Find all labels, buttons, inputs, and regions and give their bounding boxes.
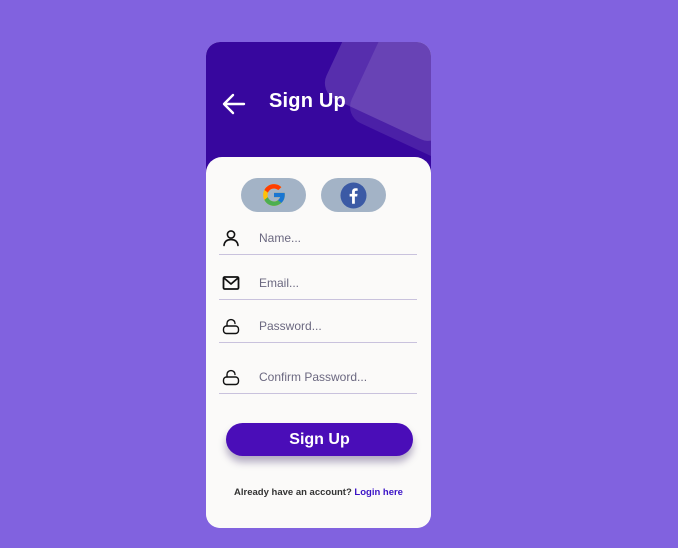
signup-button[interactable]: Sign Up xyxy=(226,423,413,456)
signup-screen: Sign Up Name... Email... Sign Up Already… xyxy=(206,42,431,528)
password-input[interactable] xyxy=(259,315,409,337)
page-title: Sign Up xyxy=(269,90,346,112)
email-field xyxy=(219,269,417,300)
back-button[interactable] xyxy=(222,93,246,115)
email-input[interactable] xyxy=(259,272,409,294)
login-link[interactable]: Login here xyxy=(354,487,403,498)
user-icon xyxy=(223,230,239,247)
login-prompt-text: Already have an account? xyxy=(234,487,352,498)
confirm-password-input[interactable] xyxy=(259,366,409,388)
google-signup-button[interactable] xyxy=(241,178,306,212)
mail-icon xyxy=(222,276,240,290)
facebook-icon xyxy=(340,181,367,209)
signup-form: Sign Up Already have an account? Login h… xyxy=(206,157,431,528)
lock-icon xyxy=(222,318,240,335)
lock-icon xyxy=(222,369,240,386)
confirm-password-field xyxy=(219,363,417,394)
password-field xyxy=(219,312,417,343)
name-input[interactable] xyxy=(259,227,409,249)
google-icon xyxy=(262,184,285,206)
arrow-left-icon xyxy=(222,93,246,115)
name-field xyxy=(219,224,417,255)
login-prompt: Already have an account? Login here xyxy=(206,487,431,498)
facebook-signup-button[interactable] xyxy=(321,178,386,212)
